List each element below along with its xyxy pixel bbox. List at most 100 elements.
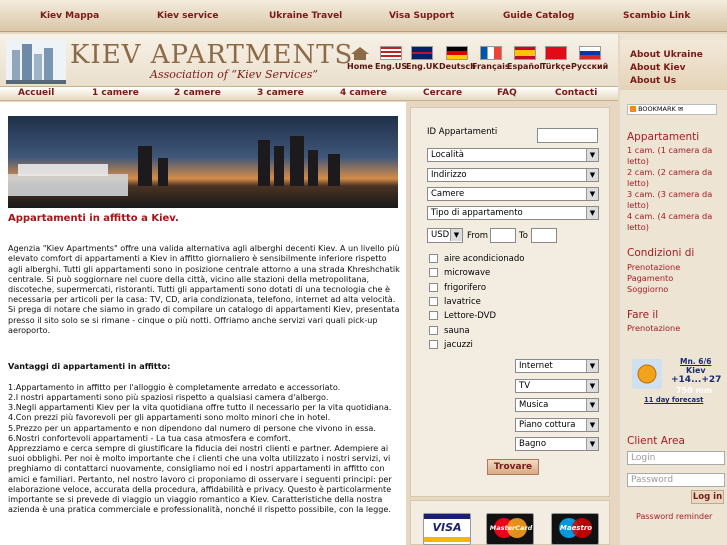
- weather-date: Mn. 6/6: [680, 357, 712, 366]
- topnav-kiev-mappa[interactable]: Kiev Mappa: [40, 11, 99, 21]
- chevron-down-icon: ▼: [586, 207, 598, 219]
- select-bagno[interactable]: Bagno ▼: [515, 437, 599, 451]
- link-about-kiev[interactable]: About Kiev: [630, 63, 685, 73]
- id-input[interactable]: [537, 128, 598, 143]
- nav-faq[interactable]: FAQ: [497, 88, 517, 98]
- chevron-down-icon: ▼: [586, 399, 598, 411]
- nav-3-camere[interactable]: 3 camere: [257, 88, 304, 98]
- checkbox-sauna[interactable]: sauna: [429, 326, 470, 336]
- lang-espanol[interactable]: Español: [507, 46, 542, 72]
- checkbox[interactable]: [429, 268, 438, 277]
- price-from-input[interactable]: [490, 228, 516, 243]
- lang-eng-uk[interactable]: Eng.UK: [406, 46, 439, 72]
- currency-select[interactable]: USD ▼: [427, 228, 463, 243]
- lang-turkce[interactable]: Türkçe: [541, 46, 571, 72]
- topnav-scambio-link[interactable]: Scambio Link: [623, 11, 690, 21]
- flag-es-icon: [513, 46, 536, 60]
- conditions-title: Condizioni di: [627, 247, 695, 259]
- lang-label: Home: [347, 62, 373, 71]
- checkbox[interactable]: [429, 254, 438, 263]
- select-localita[interactable]: Località ▼: [427, 148, 599, 162]
- sidebar-link-soggiorno[interactable]: Soggiorno: [627, 284, 725, 295]
- select-indirizzo[interactable]: Indirizzo ▼: [427, 168, 599, 182]
- nav-2-camere[interactable]: 2 camere: [174, 88, 221, 98]
- sun-icon: [632, 359, 662, 389]
- lang-francais[interactable]: Français: [472, 46, 510, 72]
- checkbox-washer[interactable]: lavatrice: [429, 297, 481, 307]
- chevron-down-icon: ▼: [586, 360, 598, 372]
- topnav-visa-support[interactable]: Visa Support: [389, 11, 454, 21]
- lang-russian[interactable]: Русский: [571, 46, 608, 72]
- nav-4-camere[interactable]: 4 camere: [340, 88, 387, 98]
- search-panel: ID Appartamenti Località ▼ Indirizzo ▼ Cam…: [410, 107, 610, 497]
- nav-1-camere[interactable]: 1 camere: [92, 88, 139, 98]
- sidebar-link-3cam[interactable]: 3 cam. (3 camera da letto): [627, 189, 725, 211]
- site-title[interactable]: KIEV APARTMENTS: [70, 40, 353, 70]
- id-label: ID Appartamenti: [427, 127, 498, 137]
- home-icon: [350, 47, 369, 60]
- login-input[interactable]: Login: [627, 451, 725, 465]
- topnav-kiev-service[interactable]: Kiev service: [157, 11, 218, 21]
- sidebar-link-pagamento[interactable]: Pagamento: [627, 273, 725, 284]
- flag-us-icon: [380, 46, 403, 60]
- checkbox[interactable]: [429, 340, 438, 349]
- login-button[interactable]: Log in: [691, 490, 724, 504]
- search-button[interactable]: Trovare: [487, 459, 539, 475]
- link-about-us[interactable]: About Us: [630, 76, 676, 86]
- select-camere[interactable]: Camere ▼: [427, 187, 599, 201]
- lang-label: Eng.US: [375, 62, 408, 71]
- select-tv[interactable]: TV ▼: [515, 379, 599, 393]
- advantages-list: 1.Appartamento in affitto per l'alloggio…: [8, 381, 392, 515]
- nav-accueil[interactable]: Accueil: [18, 88, 54, 98]
- select-musica[interactable]: Musica ▼: [515, 398, 599, 412]
- checkbox[interactable]: [429, 283, 438, 292]
- sidebar-link-prenotazione[interactable]: Prenotazione: [627, 262, 725, 273]
- select-internet[interactable]: Internet ▼: [515, 359, 599, 373]
- body-text: Agenzia "Kiev Apartments" offre una vali…: [8, 233, 402, 525]
- link-about-ukraine[interactable]: About Ukraine: [630, 50, 703, 60]
- intro-paragraph: Agenzia "Kiev Apartments" offre una vali…: [8, 243, 400, 335]
- checkbox-microwave[interactable]: microwave: [429, 268, 490, 278]
- sidebar-top-links: About Ukraine About Kiev About Us: [620, 40, 727, 90]
- price-to-input[interactable]: [531, 228, 557, 243]
- select-piano-cottura[interactable]: Piano cottura ▼: [515, 418, 599, 432]
- weather-city: Kiev: [686, 366, 706, 375]
- nav-cercare[interactable]: Cercare: [423, 88, 462, 98]
- password-reminder-link[interactable]: Password reminder: [636, 511, 727, 522]
- checkbox-jacuzzi[interactable]: jacuzzi: [429, 340, 473, 350]
- checkbox[interactable]: [429, 326, 438, 335]
- lang-label: Español: [507, 62, 543, 71]
- page: Kiev Mappa Kiev service Ukraine Travel V…: [0, 0, 727, 545]
- checkbox[interactable]: [429, 297, 438, 306]
- flag-de-icon: [446, 46, 469, 60]
- weather-forecast-link[interactable]: 11 day forecast: [644, 396, 703, 404]
- sidebar-link-fare-prenotazione[interactable]: Prenotazione: [627, 323, 725, 334]
- checkbox-air-conditioning[interactable]: aire acondicionado: [429, 254, 524, 264]
- flag-uk-icon: [411, 46, 434, 60]
- lang-eng-us[interactable]: Eng.US: [375, 46, 407, 72]
- bookmark-button[interactable]: BOOKMARK ✉: [627, 104, 717, 115]
- lang-label: Deutsch: [439, 62, 476, 71]
- advantages-title: Vantaggi di appartamenti in affitto:: [8, 361, 171, 372]
- topnav-ukraine-travel[interactable]: Ukraine Travel: [269, 11, 342, 21]
- chevron-down-icon: ▼: [586, 149, 598, 161]
- sidebar-link-1cam[interactable]: 1 cam. (1 camera da letto): [627, 145, 725, 167]
- lang-deutsch[interactable]: Deutsch: [439, 46, 476, 72]
- chevron-down-icon: ▼: [450, 229, 462, 241]
- nav-contacti[interactable]: Contacti: [555, 88, 597, 98]
- sidebar-link-2cam[interactable]: 2 cam. (2 camera da letto): [627, 167, 725, 189]
- lang-home[interactable]: Home: [347, 46, 373, 72]
- chevron-down-icon: ▼: [586, 419, 598, 431]
- checkbox-dvd[interactable]: Lettore-DVD: [429, 311, 496, 321]
- flag-fr-icon: [479, 46, 502, 60]
- weather-widget[interactable]: Mn. 6/6 Kiev +14...+27 750 mm 11 day for…: [630, 357, 724, 405]
- sidebar-link-4cam[interactable]: 4 cam. (4 camera da letto): [627, 211, 725, 233]
- password-input[interactable]: Password: [627, 473, 725, 487]
- checkbox[interactable]: [429, 311, 438, 320]
- site-subtitle: Association of “Kiev Services”: [150, 68, 318, 81]
- logo-buildings-icon[interactable]: [6, 40, 66, 84]
- top-nav: Kiev Mappa Kiev service Ukraine Travel V…: [0, 0, 727, 32]
- topnav-guide-catalog[interactable]: Guide Catalog: [503, 11, 574, 21]
- checkbox-fridge[interactable]: frigorifero: [429, 283, 486, 293]
- select-tipo[interactable]: Tipo di appartamento ▼: [427, 206, 599, 220]
